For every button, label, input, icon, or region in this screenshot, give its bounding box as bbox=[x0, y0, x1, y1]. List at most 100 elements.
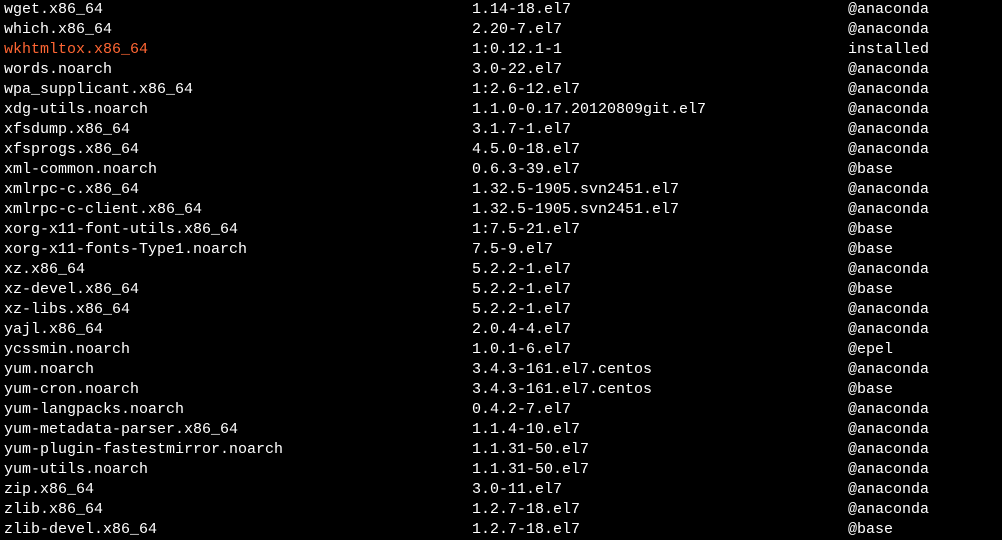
package-row: zlib.x86_641.2.7-18.el7@anaconda bbox=[4, 500, 998, 520]
package-row: xz-devel.x86_645.2.2-1.el7@base bbox=[4, 280, 998, 300]
package-row: xfsdump.x86_643.1.7-1.el7@anaconda bbox=[4, 120, 998, 140]
package-version: 3.1.7-1.el7 bbox=[472, 120, 848, 140]
package-name: xorg-x11-fonts-Type1.noarch bbox=[4, 240, 472, 260]
package-version: 1:2.6-12.el7 bbox=[472, 80, 848, 100]
package-row: yum-utils.noarch1.1.31-50.el7@anaconda bbox=[4, 460, 998, 480]
package-name: xmlrpc-c.x86_64 bbox=[4, 180, 472, 200]
package-name: wkhtmltox.x86_64 bbox=[4, 40, 472, 60]
package-row: yum-cron.noarch3.4.3-161.el7.centos@base bbox=[4, 380, 998, 400]
package-version: 3.4.3-161.el7.centos bbox=[472, 360, 848, 380]
package-name: xz.x86_64 bbox=[4, 260, 472, 280]
package-version: 5.2.2-1.el7 bbox=[472, 300, 848, 320]
package-name: zlib-devel.x86_64 bbox=[4, 520, 472, 540]
package-repo: @anaconda bbox=[848, 200, 998, 220]
package-name: yum-metadata-parser.x86_64 bbox=[4, 420, 472, 440]
package-name: ycssmin.noarch bbox=[4, 340, 472, 360]
package-row: ycssmin.noarch1.0.1-6.el7@epel bbox=[4, 340, 998, 360]
package-name: xz-libs.x86_64 bbox=[4, 300, 472, 320]
package-repo: @anaconda bbox=[848, 140, 998, 160]
package-repo: @base bbox=[848, 280, 998, 300]
package-version: 5.2.2-1.el7 bbox=[472, 280, 848, 300]
package-row: wget.x86_641.14-18.el7@anaconda bbox=[4, 0, 998, 20]
package-row: xml-common.noarch0.6.3-39.el7@base bbox=[4, 160, 998, 180]
package-version: 1.1.4-10.el7 bbox=[472, 420, 848, 440]
package-repo: @anaconda bbox=[848, 400, 998, 420]
package-row: xfsprogs.x86_644.5.0-18.el7@anaconda bbox=[4, 140, 998, 160]
package-repo: @base bbox=[848, 160, 998, 180]
package-repo: @epel bbox=[848, 340, 998, 360]
package-name: yum-utils.noarch bbox=[4, 460, 472, 480]
package-row: wkhtmltox.x86_641:0.12.1-1installed bbox=[4, 40, 998, 60]
package-name: which.x86_64 bbox=[4, 20, 472, 40]
package-name: xml-common.noarch bbox=[4, 160, 472, 180]
package-version: 1.14-18.el7 bbox=[472, 0, 848, 20]
package-name: xorg-x11-font-utils.x86_64 bbox=[4, 220, 472, 240]
package-repo: @base bbox=[848, 220, 998, 240]
package-version: 0.4.2-7.el7 bbox=[472, 400, 848, 420]
package-row: yum.noarch3.4.3-161.el7.centos@anaconda bbox=[4, 360, 998, 380]
package-version: 3.4.3-161.el7.centos bbox=[472, 380, 848, 400]
package-row: yum-langpacks.noarch0.4.2-7.el7@anaconda bbox=[4, 400, 998, 420]
package-repo: @anaconda bbox=[848, 120, 998, 140]
package-name: xdg-utils.noarch bbox=[4, 100, 472, 120]
package-repo: @anaconda bbox=[848, 0, 998, 20]
package-row: xorg-x11-font-utils.x86_641:7.5-21.el7@b… bbox=[4, 220, 998, 240]
package-repo: @anaconda bbox=[848, 320, 998, 340]
package-row: yum-metadata-parser.x86_641.1.4-10.el7@a… bbox=[4, 420, 998, 440]
package-repo: @anaconda bbox=[848, 300, 998, 320]
package-version: 1.1.31-50.el7 bbox=[472, 440, 848, 460]
package-version: 1.1.31-50.el7 bbox=[472, 460, 848, 480]
package-row: xdg-utils.noarch1.1.0-0.17.20120809git.e… bbox=[4, 100, 998, 120]
package-name: xfsdump.x86_64 bbox=[4, 120, 472, 140]
package-list: wget.x86_641.14-18.el7@anacondawhich.x86… bbox=[4, 0, 998, 540]
package-row: wpa_supplicant.x86_641:2.6-12.el7@anacon… bbox=[4, 80, 998, 100]
package-repo: @anaconda bbox=[848, 100, 998, 120]
package-name: yum.noarch bbox=[4, 360, 472, 380]
package-repo: @anaconda bbox=[848, 60, 998, 80]
package-row: words.noarch3.0-22.el7@anaconda bbox=[4, 60, 998, 80]
package-version: 2.0.4-4.el7 bbox=[472, 320, 848, 340]
package-name: xfsprogs.x86_64 bbox=[4, 140, 472, 160]
package-version: 3.0-22.el7 bbox=[472, 60, 848, 80]
package-name: wget.x86_64 bbox=[4, 0, 472, 20]
package-row: xorg-x11-fonts-Type1.noarch7.5-9.el7@bas… bbox=[4, 240, 998, 260]
package-row: xmlrpc-c-client.x86_641.32.5-1905.svn245… bbox=[4, 200, 998, 220]
package-version: 1.2.7-18.el7 bbox=[472, 520, 848, 540]
package-repo: @base bbox=[848, 380, 998, 400]
package-version: 1:0.12.1-1 bbox=[472, 40, 848, 60]
package-row: yajl.x86_642.0.4-4.el7@anaconda bbox=[4, 320, 998, 340]
package-repo: @anaconda bbox=[848, 420, 998, 440]
package-row: xz-libs.x86_645.2.2-1.el7@anaconda bbox=[4, 300, 998, 320]
package-repo: @anaconda bbox=[848, 260, 998, 280]
package-repo: @base bbox=[848, 520, 998, 540]
package-name: xmlrpc-c-client.x86_64 bbox=[4, 200, 472, 220]
package-row: zip.x86_643.0-11.el7@anaconda bbox=[4, 480, 998, 500]
package-repo: @anaconda bbox=[848, 480, 998, 500]
package-row: which.x86_642.20-7.el7@anaconda bbox=[4, 20, 998, 40]
package-name: zlib.x86_64 bbox=[4, 500, 472, 520]
package-row: xz.x86_645.2.2-1.el7@anaconda bbox=[4, 260, 998, 280]
package-version: 1:7.5-21.el7 bbox=[472, 220, 848, 240]
package-version: 1.1.0-0.17.20120809git.el7 bbox=[472, 100, 848, 120]
package-row: yum-plugin-fastestmirror.noarch1.1.31-50… bbox=[4, 440, 998, 460]
package-row: xmlrpc-c.x86_641.32.5-1905.svn2451.el7@a… bbox=[4, 180, 998, 200]
package-version: 7.5-9.el7 bbox=[472, 240, 848, 260]
package-version: 1.32.5-1905.svn2451.el7 bbox=[472, 180, 848, 200]
package-version: 5.2.2-1.el7 bbox=[472, 260, 848, 280]
package-name: yajl.x86_64 bbox=[4, 320, 472, 340]
package-version: 3.0-11.el7 bbox=[472, 480, 848, 500]
package-version: 2.20-7.el7 bbox=[472, 20, 848, 40]
package-repo: @anaconda bbox=[848, 460, 998, 480]
package-version: 1.0.1-6.el7 bbox=[472, 340, 848, 360]
package-repo: @anaconda bbox=[848, 360, 998, 380]
package-repo: @base bbox=[848, 240, 998, 260]
package-repo: @anaconda bbox=[848, 80, 998, 100]
package-repo: @anaconda bbox=[848, 180, 998, 200]
package-name: yum-cron.noarch bbox=[4, 380, 472, 400]
package-version: 4.5.0-18.el7 bbox=[472, 140, 848, 160]
package-repo: @anaconda bbox=[848, 20, 998, 40]
package-name: wpa_supplicant.x86_64 bbox=[4, 80, 472, 100]
package-version: 1.32.5-1905.svn2451.el7 bbox=[472, 200, 848, 220]
package-repo: @anaconda bbox=[848, 500, 998, 520]
package-name: words.noarch bbox=[4, 60, 472, 80]
